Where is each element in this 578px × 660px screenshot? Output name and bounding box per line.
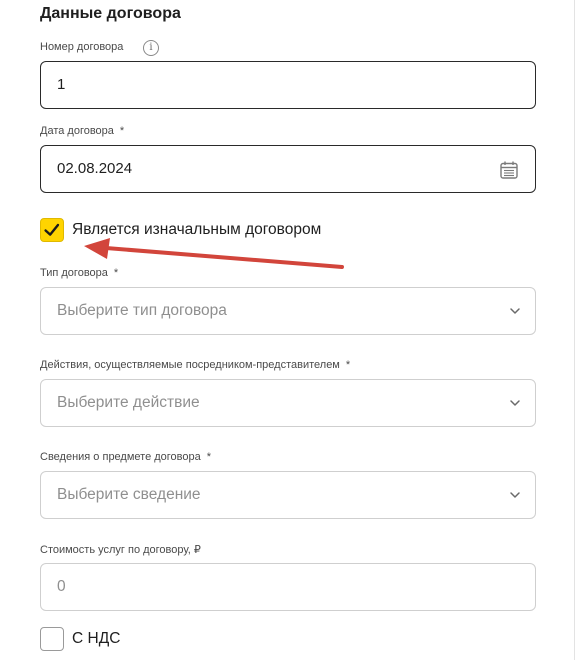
cost-input[interactable]: 0: [40, 563, 536, 611]
actions-select[interactable]: Выберите действие: [40, 379, 536, 427]
actions-placeholder: Выберите действие: [57, 394, 200, 411]
contract-number-label: Номер договора: [40, 41, 123, 53]
contract-type-label: Тип договора *: [40, 267, 118, 279]
info-icon[interactable]: i: [143, 40, 159, 56]
contract-number-value: 1: [57, 76, 66, 93]
section-title: Данные договора: [40, 5, 181, 22]
required-marker: *: [113, 267, 119, 279]
subject-label: Сведения о предмете договора *: [40, 451, 211, 463]
actions-label: Действия, осуществляемые посредником-пре…: [40, 359, 350, 371]
subject-label-text: Сведения о предмете договора: [40, 451, 201, 463]
checkmark-icon: [44, 223, 60, 236]
subject-placeholder: Выберите сведение: [57, 486, 201, 503]
subject-select[interactable]: Выберите сведение: [40, 471, 536, 519]
scroll-divider: [574, 0, 575, 660]
annotation-arrow: [84, 238, 344, 269]
required-marker: *: [206, 451, 212, 463]
initial-contract-checkbox[interactable]: [40, 218, 64, 242]
chevron-down-icon: [510, 308, 520, 314]
contract-number-input[interactable]: 1: [40, 61, 536, 109]
vat-label[interactable]: С НДС: [72, 630, 120, 648]
actions-label-text: Действия, осуществляемые посредником-пре…: [40, 359, 340, 371]
required-marker: *: [119, 125, 125, 137]
chevron-down-icon: [510, 400, 520, 406]
cost-label-text: Стоимость услуг по договору, ₽: [40, 544, 201, 556]
calendar-icon[interactable]: [499, 160, 519, 180]
contract-date-label: Дата договора *: [40, 125, 124, 137]
contract-form: Данные договора Номер договора i 1 Дата …: [0, 0, 578, 660]
contract-date-label-text: Дата договора: [40, 125, 114, 137]
contract-type-label-text: Тип договора: [40, 267, 108, 279]
contract-date-value: 02.08.2024: [57, 160, 133, 177]
required-marker: *: [345, 359, 351, 371]
cost-label: Стоимость услуг по договору, ₽: [40, 543, 201, 556]
contract-type-placeholder: Выберите тип договора: [57, 302, 227, 319]
cost-placeholder: 0: [57, 578, 66, 595]
chevron-down-icon: [510, 492, 520, 498]
vat-checkbox[interactable]: [40, 627, 64, 651]
contract-type-select[interactable]: Выберите тип договора: [40, 287, 536, 335]
contract-date-input[interactable]: 02.08.2024: [40, 145, 536, 193]
contract-number-label-text: Номер договора: [40, 41, 124, 53]
